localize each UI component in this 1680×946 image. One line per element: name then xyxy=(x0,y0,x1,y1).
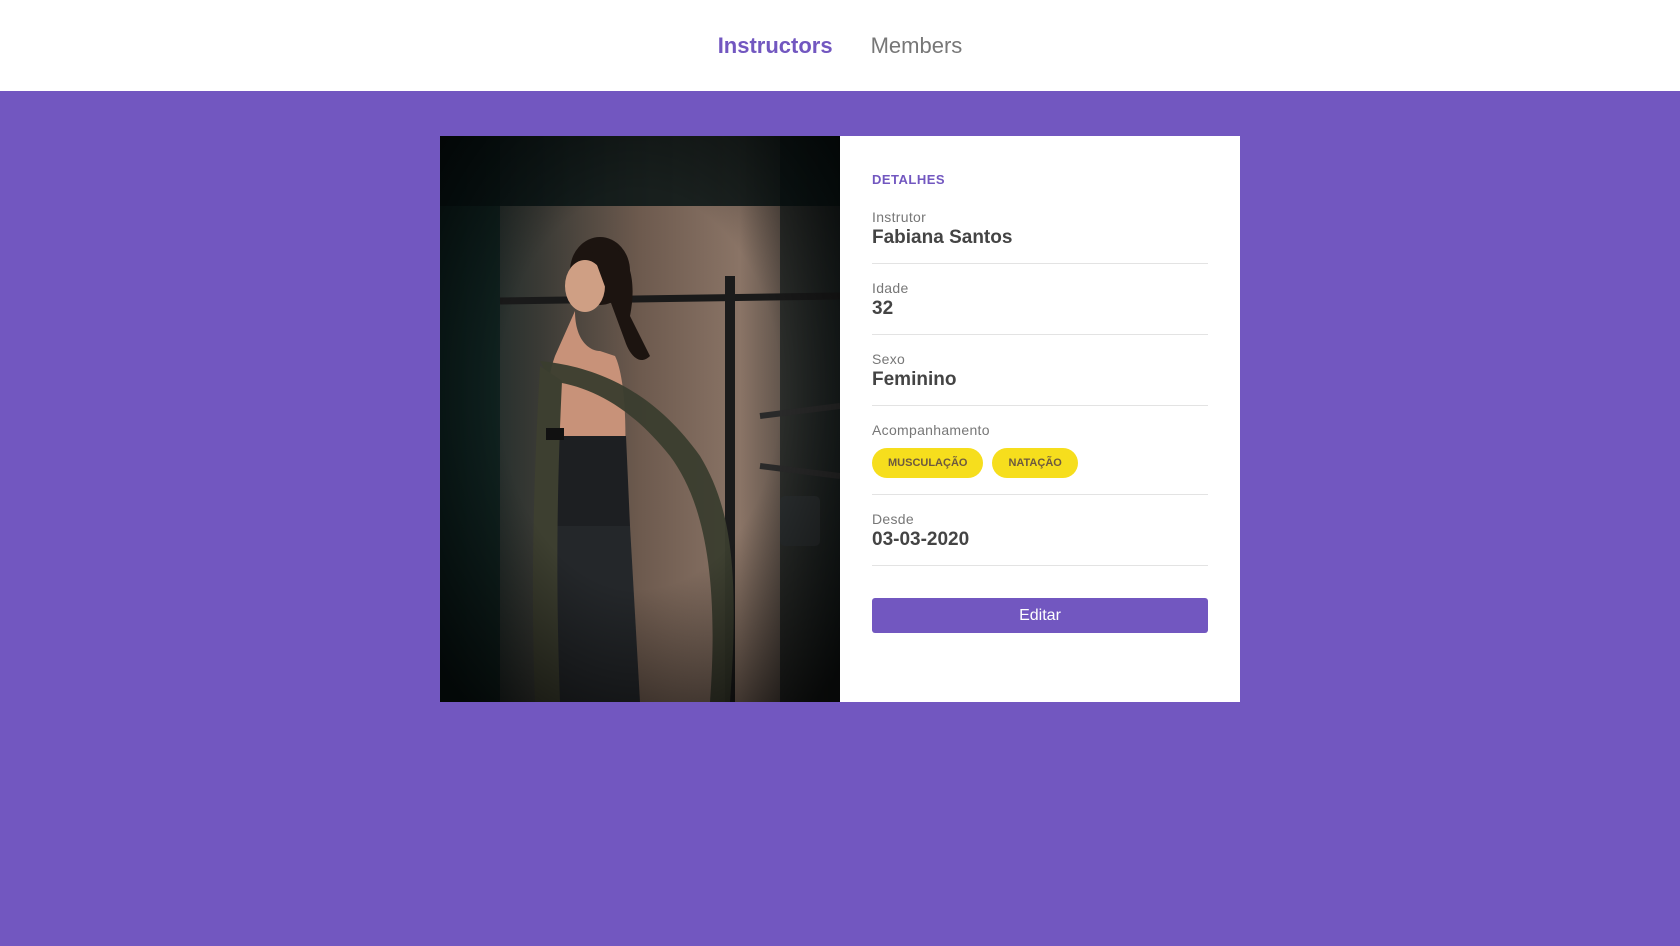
since-value: 03-03-2020 xyxy=(872,529,970,550)
since-field: Desde 03-03-2020 xyxy=(872,505,1208,566)
details-title: DETALHES xyxy=(872,172,946,187)
nav-members-link[interactable]: Members xyxy=(871,33,963,59)
services-tags: MUSCULAÇÃO NATAÇÃO xyxy=(872,448,1208,478)
instructor-card: DETALHES Instrutor Fabiana Santos Idade … xyxy=(440,136,1240,702)
instructor-photo xyxy=(440,136,840,702)
instructor-field: Instrutor Fabiana Santos xyxy=(872,203,1208,264)
services-label: Acompanhamento xyxy=(872,422,990,438)
age-value: 32 xyxy=(872,298,894,319)
gender-label: Sexo xyxy=(872,351,906,367)
service-tag: NATAÇÃO xyxy=(992,448,1078,478)
instructor-value: Fabiana Santos xyxy=(872,227,1013,248)
gender-field: Sexo Feminino xyxy=(872,345,1208,406)
gender-value: Feminino xyxy=(872,369,957,390)
service-tag: MUSCULAÇÃO xyxy=(872,448,984,478)
age-field: Idade 32 xyxy=(872,274,1208,335)
details-panel: DETALHES Instrutor Fabiana Santos Idade … xyxy=(840,136,1240,702)
age-label: Idade xyxy=(872,280,909,296)
services-field: Acompanhamento MUSCULAÇÃO NATAÇÃO xyxy=(872,416,1208,495)
top-navigation: Instructors Members xyxy=(0,0,1680,91)
instructor-label: Instrutor xyxy=(872,209,927,225)
since-label: Desde xyxy=(872,511,914,527)
instructor-photo-image xyxy=(440,136,840,702)
edit-button[interactable]: Editar xyxy=(872,598,1208,633)
nav-instructors-link[interactable]: Instructors xyxy=(718,33,833,59)
